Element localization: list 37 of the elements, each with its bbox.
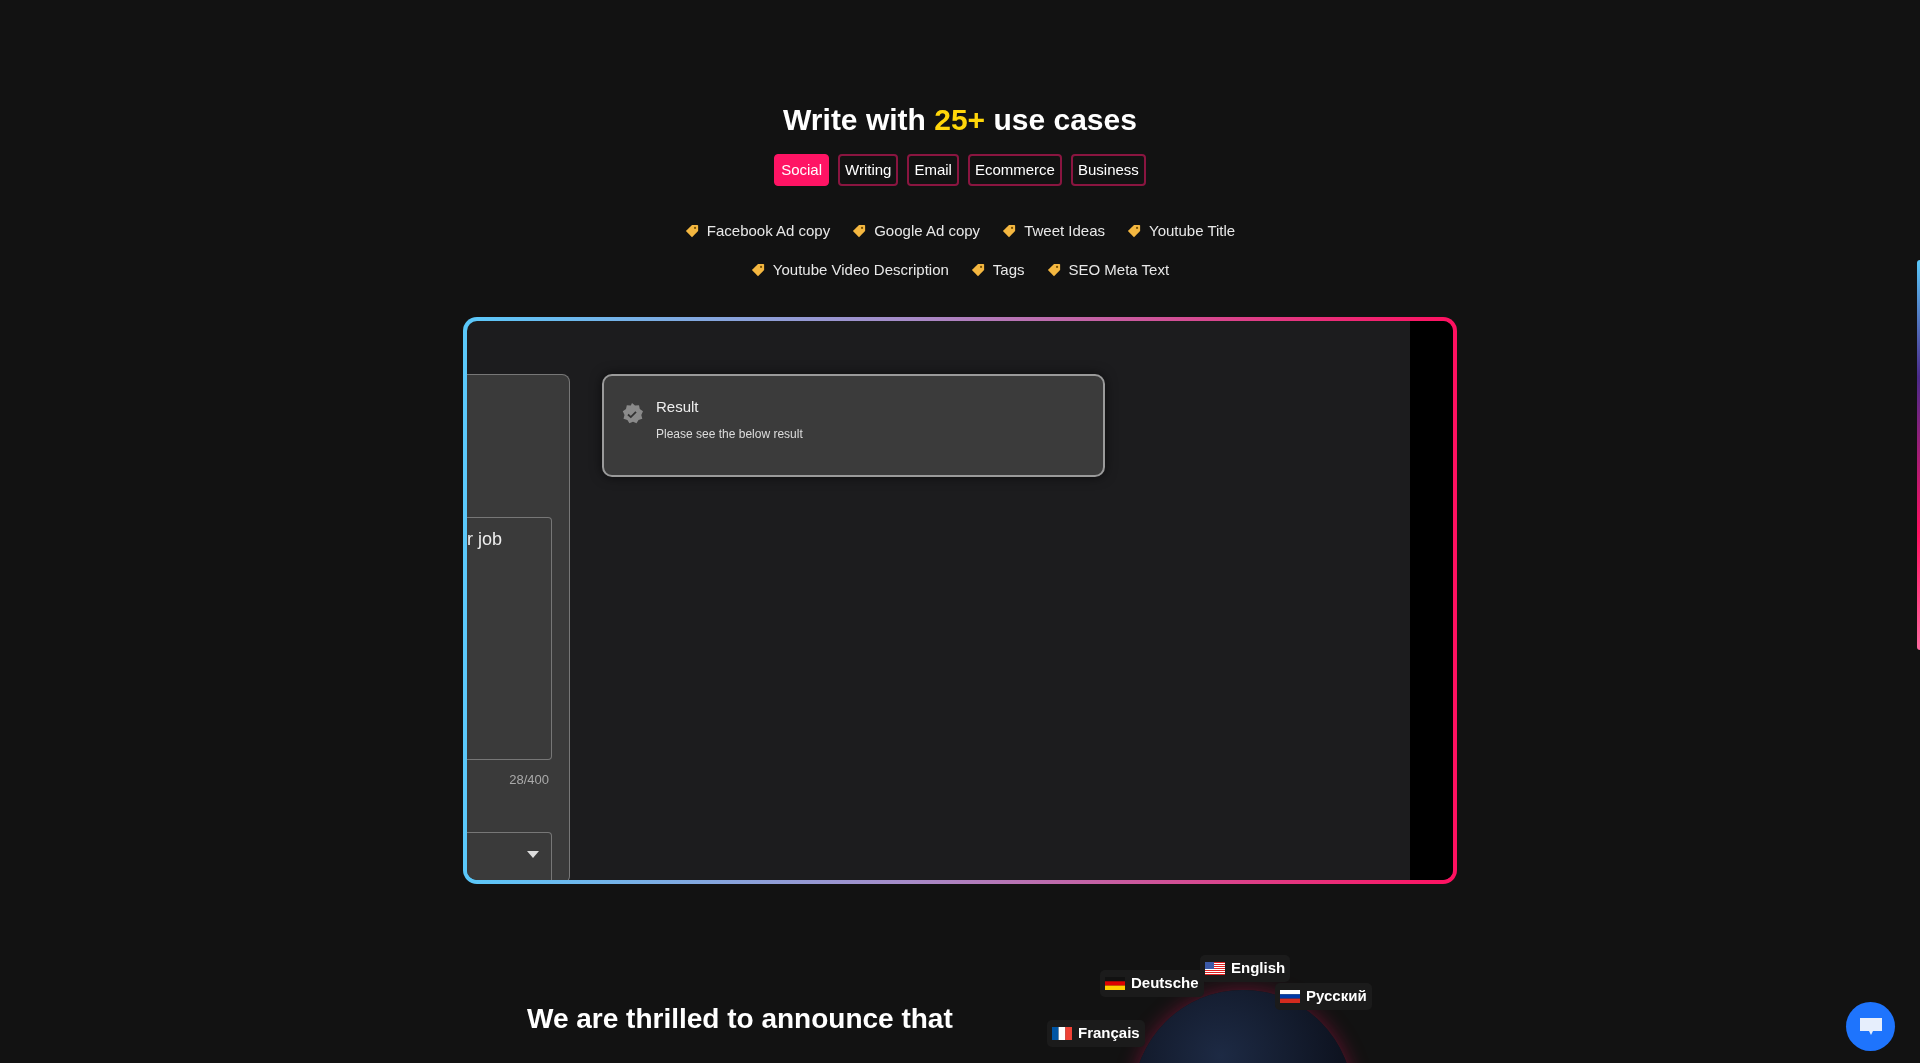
result-subtitle: Please see the below result bbox=[656, 425, 803, 443]
check-badge-icon bbox=[620, 402, 644, 426]
category-tab[interactable]: Writing bbox=[838, 154, 899, 186]
tag-icon bbox=[1002, 224, 1017, 239]
use-case-label: Youtube Title bbox=[1149, 221, 1236, 241]
category-tab[interactable]: Ecommerce bbox=[967, 154, 1062, 186]
tag-icon bbox=[684, 224, 699, 239]
language-label: Русский bbox=[1306, 986, 1367, 1007]
chat-button[interactable] bbox=[1846, 1002, 1895, 1051]
use-case-label: SEO Meta Text bbox=[1068, 259, 1170, 280]
category-tab[interactable]: Email bbox=[907, 154, 959, 186]
use-case-label: Facebook Ad copy bbox=[706, 221, 831, 241]
flag-icon bbox=[1280, 990, 1300, 1003]
section-heading: Write with 25+ use cases bbox=[783, 102, 1137, 138]
caret-icon bbox=[527, 850, 539, 858]
prompt-field[interactable]: r job bbox=[467, 517, 552, 760]
language-label: Français bbox=[1078, 1023, 1140, 1044]
language-label: English bbox=[1231, 958, 1286, 979]
tag-icon bbox=[1046, 262, 1061, 277]
flag-icon bbox=[1052, 1027, 1072, 1040]
flag-icon bbox=[1205, 962, 1225, 975]
use-case-label: Tweet Ideas bbox=[1024, 221, 1105, 241]
character-counter: 28/400 bbox=[509, 771, 549, 789]
tag-icon bbox=[750, 262, 765, 277]
use-case-label: Google Ad copy bbox=[874, 221, 981, 241]
tag-icon bbox=[852, 224, 867, 239]
tag-icon bbox=[970, 262, 985, 277]
use-case-label: Youtube Video Description bbox=[772, 259, 949, 280]
announcement-heading: We are thrilled to announce that bbox=[527, 1002, 953, 1036]
flag-icon bbox=[1105, 977, 1125, 990]
category-tab[interactable]: Business bbox=[1070, 154, 1146, 186]
use-case-label: Tags bbox=[992, 259, 1025, 280]
tag-icon bbox=[1127, 224, 1141, 239]
result-title: Result bbox=[656, 397, 700, 417]
category-tab[interactable]: Social bbox=[774, 154, 829, 186]
select-field[interactable] bbox=[467, 831, 552, 880]
language-label: Deutsche bbox=[1131, 973, 1199, 994]
